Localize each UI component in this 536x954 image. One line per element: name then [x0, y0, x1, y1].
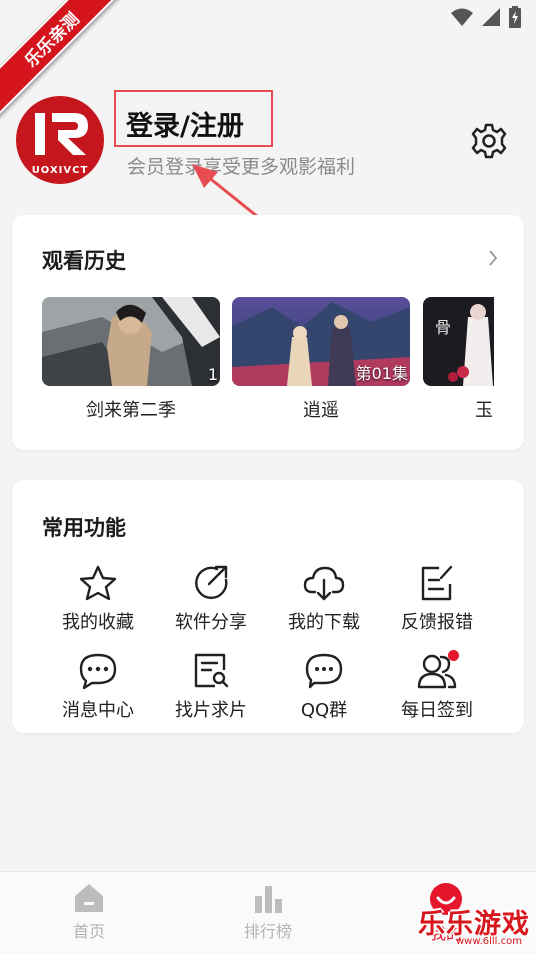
nav-home-label: 首页 [72, 922, 105, 941]
status-icons [450, 6, 522, 28]
qq-group-label: QQ群 [300, 700, 348, 721]
message-center-label: 消息中心 [62, 700, 134, 721]
history-item[interactable]: 1 剑来第二季 [42, 297, 220, 422]
history-item[interactable]: 第01集 逍遥 [232, 297, 410, 422]
watch-history-title: 观看历史 [42, 249, 126, 273]
svg-text:骨: 骨 [435, 318, 451, 337]
share-icon [195, 565, 228, 600]
chat-bubble-icon [305, 653, 343, 689]
favorites-label: 我的收藏 [62, 612, 134, 633]
battery-icon [509, 6, 521, 28]
qq-group-button[interactable]: QQ群 [267, 652, 381, 722]
feedback-button[interactable]: 反馈报错 [380, 564, 494, 634]
wifi-icon [451, 8, 473, 26]
nav-home[interactable]: 首页 [29, 882, 149, 942]
star-icon [79, 565, 117, 601]
history-badge: 第01集 [355, 364, 408, 383]
chevron-right-icon[interactable] [488, 249, 498, 267]
favorites-button[interactable]: 我的收藏 [41, 564, 155, 634]
feedback-label: 反馈报错 [401, 612, 473, 633]
nav-rankings-label: 排行榜 [243, 922, 292, 941]
home-icon [75, 884, 103, 912]
login-register-link[interactable]: 登录/注册 [126, 104, 244, 143]
notification-dot-icon [448, 650, 459, 661]
avatar-text: UOXIVCT [31, 165, 89, 176]
history-thumbnail: 骨 [423, 297, 494, 386]
search-document-icon [194, 653, 229, 688]
nav-rankings[interactable]: 排行榜 [208, 882, 328, 942]
common-functions-title: 常用功能 [42, 516, 126, 540]
request-movie-label: 找片求片 [175, 700, 247, 721]
share-app-label: 软件分享 [175, 612, 247, 633]
cloud-download-icon [303, 566, 345, 601]
feedback-edit-icon [421, 565, 453, 601]
gear-icon[interactable] [470, 122, 508, 160]
watermark-ribbon-text: 乐乐亲测 [0, 0, 130, 119]
history-list: 1 剑来第二季 第01集 逍遥 骨 玉 [42, 297, 494, 427]
common-functions-card: 常用功能 我的收藏 软件分享 我的下载 反馈报错 消息中心 找片求片 QQ群 每… [12, 480, 524, 733]
daily-checkin-button[interactable]: 每日签到 [380, 650, 494, 722]
history-title: 逍遥 [303, 400, 339, 421]
signal-icon [482, 8, 500, 26]
watermark-url: www.6lll.com [455, 936, 522, 947]
history-title: 玉 [475, 400, 493, 421]
watch-history-card: 观看历史 1 剑来第二季 第01集 逍遥 骨 玉 [12, 215, 524, 450]
daily-checkin-label: 每日签到 [401, 700, 473, 721]
downloads-label: 我的下载 [288, 612, 360, 633]
history-thumbnail: 第01集 [232, 297, 410, 386]
message-center-button[interactable]: 消息中心 [41, 652, 155, 722]
request-movie-button[interactable]: 找片求片 [154, 652, 268, 722]
history-item[interactable]: 骨 玉 [423, 297, 494, 422]
history-title: 剑来第二季 [86, 400, 176, 421]
history-badge: 1 [207, 365, 218, 384]
share-app-button[interactable]: 软件分享 [154, 564, 268, 634]
bar-chart-icon [255, 886, 282, 913]
message-icon [79, 653, 117, 690]
downloads-button[interactable]: 我的下载 [267, 564, 381, 634]
watermark-ribbon: 乐乐亲测 [0, 0, 130, 130]
history-thumbnail: 1 [42, 297, 220, 386]
